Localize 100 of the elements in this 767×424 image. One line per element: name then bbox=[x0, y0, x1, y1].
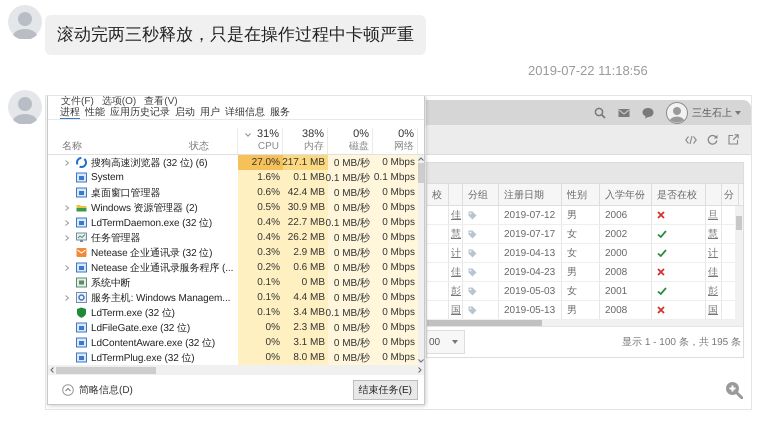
expand-chevron-icon[interactable] bbox=[65, 160, 69, 166]
usage-cell: 0 MB/秒 bbox=[328, 155, 373, 170]
collapse-circle-icon[interactable] bbox=[62, 384, 74, 396]
table-link[interactable]: 计 bbox=[708, 246, 718, 260]
table-cell: 2019-05-13 bbox=[499, 301, 562, 319]
process-name[interactable]: LdTerm.exe (32 位) bbox=[91, 306, 175, 320]
user-name[interactable]: 三生石上 bbox=[692, 106, 732, 120]
table-link[interactable]: 佳 bbox=[708, 265, 718, 279]
tab[interactable]: 进程 bbox=[60, 107, 80, 119]
usage-cell: 0 Mbps bbox=[373, 320, 418, 335]
tag-icon bbox=[468, 306, 477, 314]
fewer-details-link[interactable]: 简略信息(D) bbox=[79, 382, 133, 396]
scrollbar-thumb[interactable] bbox=[736, 216, 742, 230]
column-header[interactable]: 内存 bbox=[304, 141, 324, 152]
process-name[interactable]: LdTermPlug.exe (32 位) bbox=[91, 350, 195, 364]
process-name[interactable]: Windows 资源管理器 (2) bbox=[91, 200, 198, 214]
expand-chevron-icon[interactable] bbox=[65, 220, 69, 226]
process-name[interactable]: System bbox=[91, 172, 124, 183]
usage-cell: 0.4% bbox=[238, 215, 283, 230]
process-name[interactable]: 任务管理器 bbox=[91, 230, 141, 244]
column-header[interactable]: 名称 bbox=[62, 141, 175, 152]
column-header[interactable]: 网络 bbox=[394, 141, 414, 152]
column-header[interactable]: 性别 bbox=[567, 188, 587, 202]
scrollbar-thumb[interactable] bbox=[418, 163, 424, 183]
column-total[interactable]: 0% bbox=[353, 128, 369, 141]
expand-chevron-icon[interactable] bbox=[65, 264, 69, 270]
usage-cell: 0.6% bbox=[238, 185, 283, 200]
usage-cell: 0 MB/秒 bbox=[328, 185, 373, 200]
usage-cell: 0 Mbps bbox=[373, 290, 418, 305]
screenshot-image[interactable] bbox=[45, 95, 752, 410]
zoom-in-icon[interactable] bbox=[725, 381, 743, 399]
usage-cell: 0.6 MB bbox=[283, 260, 328, 275]
menu-item[interactable]: 查看(V) bbox=[144, 96, 178, 107]
tab[interactable]: 应用历史记录 bbox=[110, 107, 170, 119]
horizontal-scrollbar[interactable] bbox=[48, 365, 424, 375]
column-total[interactable]: 0% bbox=[398, 128, 414, 141]
table-link[interactable]: 慧 bbox=[451, 227, 461, 241]
process-name[interactable]: LdContentAware.exe (32 位) bbox=[91, 336, 216, 350]
table-link[interactable]: 彭 bbox=[708, 284, 718, 298]
tab[interactable]: 启动 bbox=[175, 107, 195, 119]
refresh-icon[interactable] bbox=[707, 134, 718, 145]
usage-cell: 0% bbox=[238, 350, 283, 365]
table-link[interactable]: 国 bbox=[451, 303, 461, 317]
column-header[interactable]: CPU bbox=[258, 141, 279, 152]
user-avatar-icon[interactable] bbox=[666, 102, 688, 124]
table-link[interactable]: 国 bbox=[708, 303, 718, 317]
table-link[interactable]: 佳 bbox=[451, 208, 461, 222]
tab[interactable]: 性能 bbox=[85, 107, 105, 119]
process-name[interactable]: LdTermDaemon.exe (32 位) bbox=[91, 216, 212, 230]
usage-cell: 3.1 MB bbox=[283, 335, 328, 350]
column-header[interactable]: 分组 bbox=[468, 188, 488, 202]
process-name[interactable]: 服务主机: Windows Managem... bbox=[91, 290, 230, 304]
end-task-button[interactable]: 结束任务(E) bbox=[352, 380, 418, 400]
table-link[interactable]: 计 bbox=[451, 246, 461, 260]
tab[interactable]: 用户 bbox=[200, 107, 220, 119]
tab[interactable]: 服务 bbox=[270, 107, 290, 119]
column-header[interactable]: 是否在校 bbox=[657, 188, 697, 202]
window-icon bbox=[76, 277, 87, 288]
process-name[interactable]: Netease 企业通讯录 (32 位) bbox=[91, 246, 212, 260]
column-total[interactable]: 31% bbox=[256, 128, 279, 141]
table-link[interactable]: 旦 bbox=[708, 208, 718, 222]
tag-icon bbox=[468, 248, 477, 258]
external-link-icon[interactable] bbox=[728, 134, 739, 145]
process-name[interactable]: Netease 企业通讯录服务程序 (... bbox=[91, 260, 234, 274]
tab[interactable]: 详细信息 bbox=[225, 107, 265, 119]
vertical-scrollbar[interactable] bbox=[418, 155, 424, 365]
menu-item[interactable]: 选项(O) bbox=[102, 96, 136, 107]
process-name[interactable]: 系统中断 bbox=[91, 276, 131, 290]
process-name[interactable]: 桌面窗口管理器 bbox=[91, 186, 160, 200]
scrollbar-thumb[interactable] bbox=[56, 366, 156, 374]
process-name[interactable]: 搜狗高速浏览器 (32 位) (6) bbox=[91, 156, 208, 170]
expand-chevron-icon[interactable] bbox=[65, 294, 69, 300]
table-link[interactable]: 慧 bbox=[708, 227, 718, 241]
column-header[interactable]: 入学年份 bbox=[605, 188, 645, 202]
usage-cell: 0.1 MB/秒 bbox=[328, 170, 373, 185]
table-link[interactable]: 佳 bbox=[451, 265, 461, 279]
expand-chevron-icon[interactable] bbox=[65, 204, 69, 210]
column-header[interactable]: 磁盘 bbox=[349, 141, 369, 152]
caret-icon[interactable] bbox=[735, 110, 741, 114]
ring-icon bbox=[76, 292, 87, 303]
table-cell: 2008 bbox=[600, 263, 652, 281]
code-icon[interactable] bbox=[685, 134, 697, 144]
expand-chevron-icon[interactable] bbox=[65, 234, 69, 240]
scrollbar-thumb[interactable] bbox=[427, 320, 542, 326]
chat-icon[interactable] bbox=[642, 106, 654, 118]
tag-icon bbox=[468, 230, 477, 238]
search-icon[interactable] bbox=[594, 106, 606, 118]
column-header[interactable]: 分 bbox=[724, 188, 734, 202]
column-header[interactable]: 校 bbox=[432, 188, 442, 202]
vertical-scrollbar[interactable] bbox=[735, 206, 743, 320]
table-link[interactable]: 彭 bbox=[451, 284, 461, 298]
mail-icon[interactable] bbox=[618, 108, 630, 118]
process-name[interactable]: LdFileGate.exe (32 位) bbox=[91, 320, 190, 334]
column-total[interactable]: 38% bbox=[302, 128, 324, 141]
column-header[interactable]: 注册日期 bbox=[504, 188, 544, 202]
scroll-left-icon bbox=[50, 367, 54, 373]
horizontal-scrollbar[interactable] bbox=[427, 320, 743, 326]
page-size-select[interactable]: 00 bbox=[427, 330, 466, 354]
usage-cell: 27.0% bbox=[238, 155, 283, 170]
column-header[interactable]: 状态 bbox=[189, 141, 237, 152]
